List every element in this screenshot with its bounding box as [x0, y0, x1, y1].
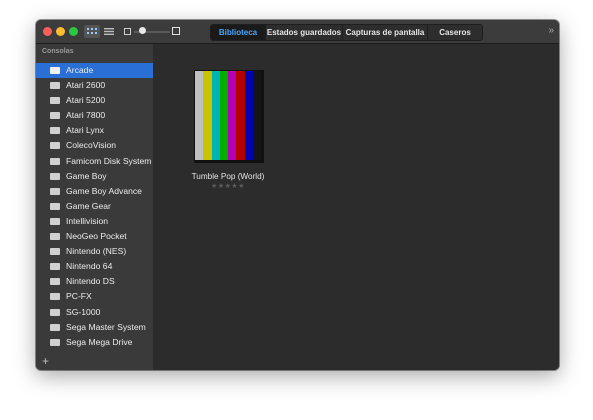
tab-caseros[interactable]: Caseros — [428, 25, 482, 40]
console-icon — [50, 97, 60, 105]
sidebar-item[interactable]: Game Gear — [36, 199, 153, 214]
sidebar-item[interactable]: PC-FX — [36, 289, 153, 304]
sidebar-item-label: NeoGeo Pocket — [66, 231, 127, 242]
large-size-icon — [172, 27, 180, 35]
console-icon — [50, 263, 60, 271]
minimize-window-button[interactable] — [56, 27, 65, 36]
sidebar-item-label: Game Boy — [66, 170, 107, 181]
sidebar-item[interactable]: Famicom Disk System — [36, 154, 153, 169]
section-tabs: Biblioteca Estados guardados Capturas de… — [210, 24, 483, 41]
sidebar-item-label: Arcade — [66, 65, 94, 75]
console-icon — [50, 323, 60, 331]
sidebar-item[interactable]: Atari Lynx — [36, 123, 153, 138]
toolbar: Biblioteca Estados guardados Capturas de… — [36, 20, 559, 44]
sidebar-item-label: Sega Mega Drive — [66, 336, 133, 347]
console-icon — [50, 157, 60, 165]
sidebar-item-label: Sega Master System — [66, 321, 146, 332]
color-bar — [195, 71, 204, 160]
grid-view-icon — [87, 28, 97, 34]
sidebar-item[interactable]: Nintendo DS — [36, 274, 153, 289]
tab-estados-guardados[interactable]: Estados guardados — [266, 25, 343, 40]
app-window: Biblioteca Estados guardados Capturas de… — [36, 20, 559, 370]
color-bar — [203, 71, 212, 160]
game-cover-art[interactable] — [194, 70, 264, 163]
console-icon — [50, 82, 60, 90]
sidebar-item[interactable]: Sega Mega Drive — [36, 335, 153, 350]
console-icon — [50, 67, 60, 74]
console-icon — [50, 202, 60, 210]
sidebar-item-label: SG-1000 — [66, 306, 101, 317]
toolbar-overflow-icon[interactable]: » — [548, 25, 554, 37]
list-view-icon — [104, 28, 114, 35]
sidebar-item[interactable]: ColecoVision — [36, 138, 153, 153]
color-bar — [236, 71, 245, 160]
sidebar-item[interactable]: Sega Master System — [36, 320, 153, 335]
console-icon — [50, 187, 60, 195]
sidebar-item-label: Nintendo (NES) — [66, 246, 127, 257]
list-view-button[interactable] — [101, 25, 117, 38]
sidebar-item[interactable]: SG-1000 — [36, 305, 153, 320]
color-bar — [211, 71, 220, 160]
color-bar — [252, 71, 261, 160]
sidebar-item-label: ColecoVision — [66, 140, 117, 151]
game-title[interactable]: Tumble Pop (World) — [184, 172, 272, 181]
sidebar: Consolas Arcade Atari 2600 Atari 5200 Atari… — [36, 44, 153, 370]
slider-knob[interactable] — [139, 27, 146, 34]
sidebar-item-label: Game Gear — [66, 200, 111, 211]
sidebar-item-label: Atari Lynx — [66, 125, 104, 136]
console-icon — [50, 172, 60, 180]
console-icon — [50, 278, 60, 286]
sidebar-item[interactable]: Nintendo 64 — [36, 259, 153, 274]
sidebar-item-label: Nintendo DS — [66, 276, 115, 287]
tab-biblioteca[interactable]: Biblioteca — [211, 25, 266, 40]
console-list: Arcade Atari 2600 Atari 5200 Atari 7800 Atar… — [36, 63, 153, 350]
sidebar-item[interactable]: Atari 2600 — [36, 78, 153, 93]
cover-size-slider[interactable] — [124, 26, 180, 37]
sidebar-item[interactable]: Game Boy Advance — [36, 184, 153, 199]
sidebar-item-label: PC-FX — [66, 291, 92, 302]
grid-view-button[interactable] — [84, 25, 100, 38]
sidebar-item[interactable]: Atari 7800 — [36, 108, 153, 123]
small-size-icon — [124, 28, 131, 35]
sidebar-item[interactable]: Nintendo (NES) — [36, 244, 153, 259]
console-icon — [50, 112, 60, 120]
console-icon — [50, 217, 60, 225]
sidebar-item[interactable]: Game Boy — [36, 169, 153, 184]
add-icon[interactable]: + — [42, 355, 49, 367]
sidebar-item-label: Famicom Disk System — [66, 155, 152, 166]
zoom-window-button[interactable] — [69, 27, 78, 36]
color-bars — [195, 71, 261, 160]
close-window-button[interactable] — [43, 27, 52, 36]
sidebar-item[interactable]: Intellivision — [36, 214, 153, 229]
sidebar-item-label: Game Boy Advance — [66, 185, 142, 196]
console-icon — [50, 293, 60, 301]
color-bar — [219, 71, 228, 160]
rating-stars[interactable]: ★★★★★ — [208, 182, 248, 190]
sidebar-item[interactable]: Atari 5200 — [36, 93, 153, 108]
console-icon — [50, 142, 60, 150]
console-icon — [50, 248, 60, 256]
sidebar-item-label: Atari 5200 — [66, 95, 106, 106]
sidebar-item-label: Intellivision — [66, 215, 109, 226]
console-icon — [50, 308, 60, 316]
console-icon — [50, 233, 60, 241]
library-grid: Tumble Pop (World) ★★★★★ — [153, 44, 559, 370]
sidebar-header: Consolas — [42, 48, 74, 55]
console-icon — [50, 127, 60, 135]
sidebar-item[interactable]: Arcade — [36, 63, 153, 79]
color-bar — [244, 71, 253, 160]
sidebar-item-label: Atari 7800 — [66, 110, 106, 121]
sidebar-item[interactable]: NeoGeo Pocket — [36, 229, 153, 244]
color-bar — [228, 71, 237, 160]
sidebar-item-label: Nintendo 64 — [66, 261, 113, 272]
tab-capturas-de-pantalla[interactable]: Capturas de pantalla — [343, 25, 428, 40]
console-icon — [50, 338, 60, 346]
sidebar-item-label: Atari 2600 — [66, 80, 106, 91]
